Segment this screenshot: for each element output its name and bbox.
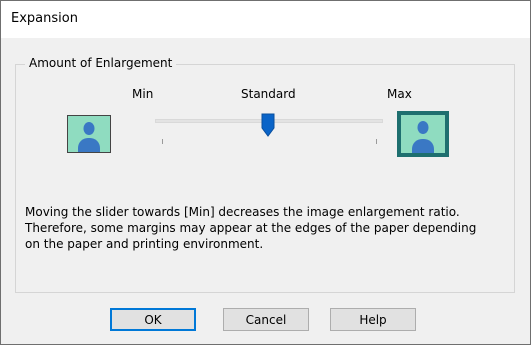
- slider-tick-min: [162, 139, 163, 144]
- enlargement-slider-thumb[interactable]: [261, 113, 275, 137]
- dialog-title: Expansion: [11, 11, 78, 26]
- groupbox-title: Amount of Enlargement: [25, 56, 177, 70]
- description-text: Moving the slider towards [Min] decrease…: [25, 204, 505, 252]
- title-bar: Expansion: [1, 1, 530, 38]
- description-line-2: Therefore, some margins may appear at th…: [25, 221, 477, 235]
- slider-tick-max: [376, 139, 377, 144]
- person-body-icon: [412, 139, 434, 153]
- description-line-1: Moving the slider towards [Min] decrease…: [25, 205, 460, 219]
- description-line-3: on the paper and printing environment.: [25, 237, 264, 251]
- min-enlargement-image-icon: [67, 115, 111, 153]
- person-head-icon: [417, 121, 429, 134]
- ok-button[interactable]: OK: [110, 308, 196, 331]
- max-enlargement-image-icon: [397, 111, 449, 157]
- expansion-dialog: Expansion Amount of Enlargement Min Stan…: [0, 0, 531, 345]
- person-head-icon: [83, 122, 95, 135]
- slider-min-label: Min: [132, 87, 154, 101]
- slider-max-label: Max: [387, 87, 412, 101]
- help-button[interactable]: Help: [330, 308, 416, 331]
- slider-standard-label: Standard: [241, 87, 296, 101]
- person-body-icon: [78, 138, 100, 152]
- cancel-button[interactable]: Cancel: [223, 308, 309, 331]
